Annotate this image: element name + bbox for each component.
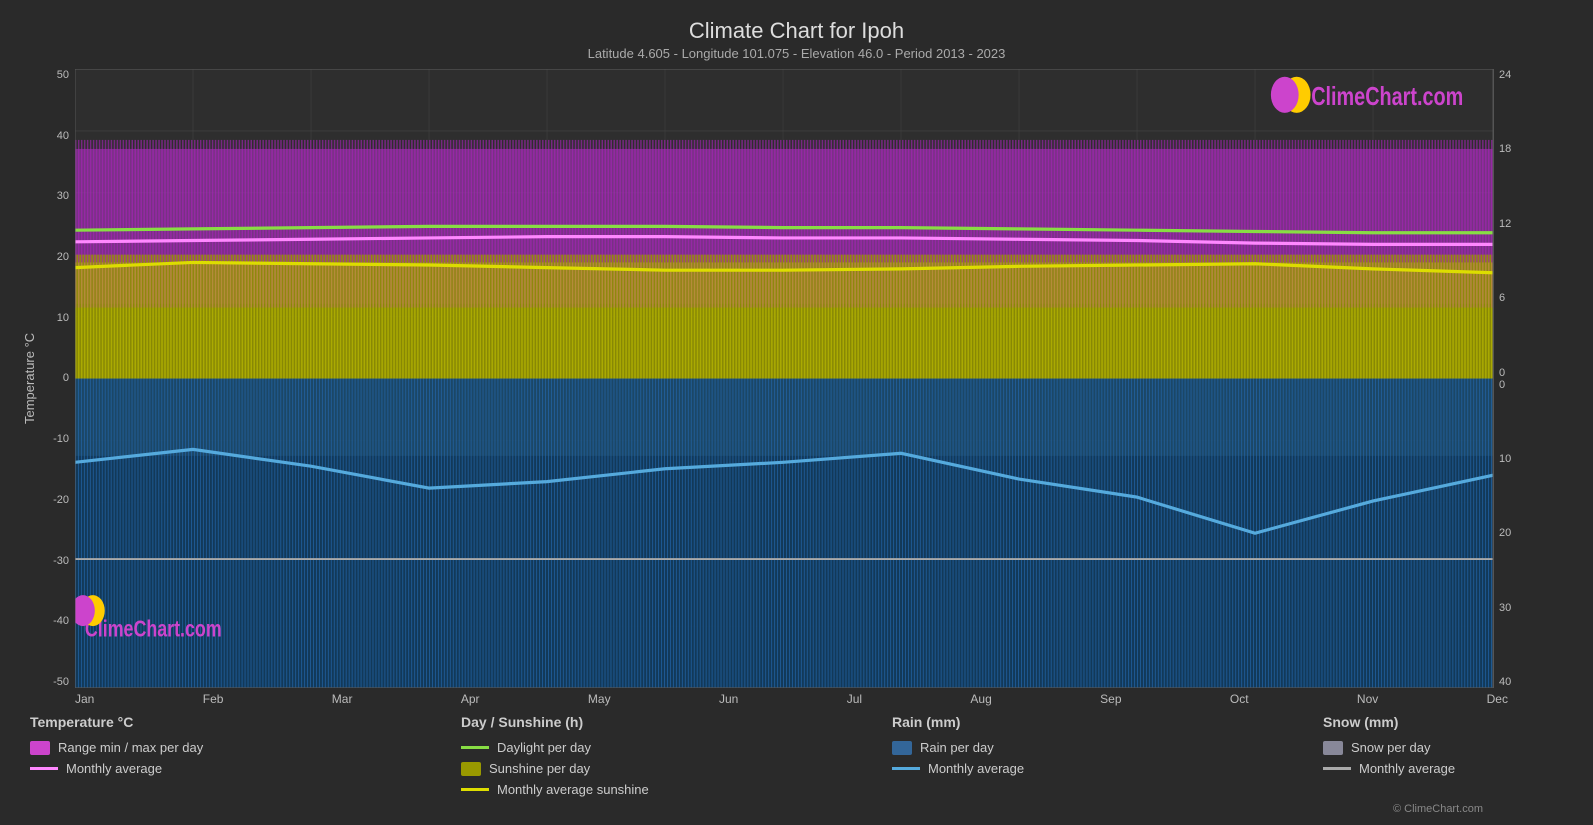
legend-label-temp-range: Range min / max per day [58,740,203,755]
watermark-top-brand: ClimeChart.com [1311,82,1463,111]
legend-item-sunshine-avg: Monthly average sunshine [461,782,701,797]
legend-area: Temperature °C Range min / max per day M… [20,706,1573,801]
legend-swatch-snow [1323,741,1343,755]
legend-col-temperature: Temperature °C Range min / max per day M… [30,714,270,797]
chart-main: /* generated below */ [75,69,1493,688]
legend-label-temp-avg: Monthly average [66,761,162,776]
legend-label-snow-day: Snow per day [1351,740,1431,755]
legend-line-snow-avg [1323,767,1351,770]
y-left-ticks: 50 40 30 20 10 0 -10 -20 -30 -40 -50 [39,69,74,688]
legend-line-temp-avg [30,767,58,770]
legend-item-temp-range: Range min / max per day [30,740,270,755]
x-tick-nov: Nov [1357,692,1378,706]
legend-line-daylight [461,746,489,749]
x-tick-apr: Apr [461,692,480,706]
legend-line-sunshine-avg [461,788,489,791]
page-container: Climate Chart for Ipoh Latitude 4.605 - … [0,0,1593,825]
legend-title-sunshine: Day / Sunshine (h) [461,714,701,730]
legend-item-daylight: Daylight per day [461,740,701,755]
x-tick-mar: Mar [332,692,353,706]
legend-label-snow-avg: Monthly average [1359,761,1455,776]
title-area: Climate Chart for Ipoh Latitude 4.605 - … [20,10,1573,65]
copyright: © ClimeChart.com [20,803,1573,815]
legend-col-rain: Rain (mm) Rain per day Monthly average [892,714,1132,797]
legend-item-snow-avg: Monthly average [1323,761,1563,776]
legend-swatch-sunshine [461,762,481,776]
y-axis-left-container: Temperature °C 50 40 30 20 10 0 -10 -20 … [20,69,75,688]
x-axis: Jan Feb Mar Apr May Jun Jul Aug Sep Oct … [75,688,1508,706]
legend-item-rain-avg: Monthly average [892,761,1132,776]
legend-item-sunshine-day: Sunshine per day [461,761,701,776]
y-right-top-ticks: 24 18 12 6 0 [1493,69,1573,379]
y-left-label: Temperature °C [20,69,39,688]
main-title: Climate Chart for Ipoh [20,18,1573,44]
chart-svg: /* generated below */ [75,69,1493,688]
legend-title-rain: Rain (mm) [892,714,1132,730]
legend-swatch-temp-range [30,741,50,755]
x-tick-jun: Jun [719,692,738,706]
legend-label-sunshine-avg: Monthly average sunshine [497,782,649,797]
legend-label-rain-day: Rain per day [920,740,994,755]
legend-item-snow-day: Snow per day [1323,740,1563,755]
x-tick-jul: Jul [847,692,862,706]
legend-title-snow: Snow (mm) [1323,714,1563,730]
legend-label-rain-avg: Monthly average [928,761,1024,776]
x-tick-feb: Feb [203,692,224,706]
legend-label-sunshine-day: Sunshine per day [489,761,590,776]
legend-label-daylight: Daylight per day [497,740,591,755]
legend-swatch-rain [892,741,912,755]
chart-wrapper: Temperature °C 50 40 30 20 10 0 -10 -20 … [20,69,1573,688]
y-right-bottom-ticks: 0 10 20 30 40 [1493,379,1573,689]
legend-col-snow: Snow (mm) Snow per day Monthly average [1323,714,1563,797]
x-tick-oct: Oct [1230,692,1249,706]
legend-item-temp-avg: Monthly average [30,761,270,776]
legend-title-temp: Temperature °C [30,714,270,730]
x-tick-may: May [588,692,611,706]
legend-col-sunshine: Day / Sunshine (h) Daylight per day Suns… [461,714,701,797]
x-tick-dec: Dec [1487,692,1508,706]
x-tick-sep: Sep [1100,692,1121,706]
watermark-bottom-brand: ClimeChart.com [85,616,222,642]
sub-title: Latitude 4.605 - Longitude 101.075 - Ele… [20,46,1573,61]
x-tick-jan: Jan [75,692,94,706]
legend-item-rain-day: Rain per day [892,740,1132,755]
x-tick-aug: Aug [970,692,991,706]
legend-line-rain-avg [892,767,920,770]
y-axis-right-container: 24 18 12 6 0 0 10 20 30 40 Day / Sunshin… [1493,69,1573,688]
